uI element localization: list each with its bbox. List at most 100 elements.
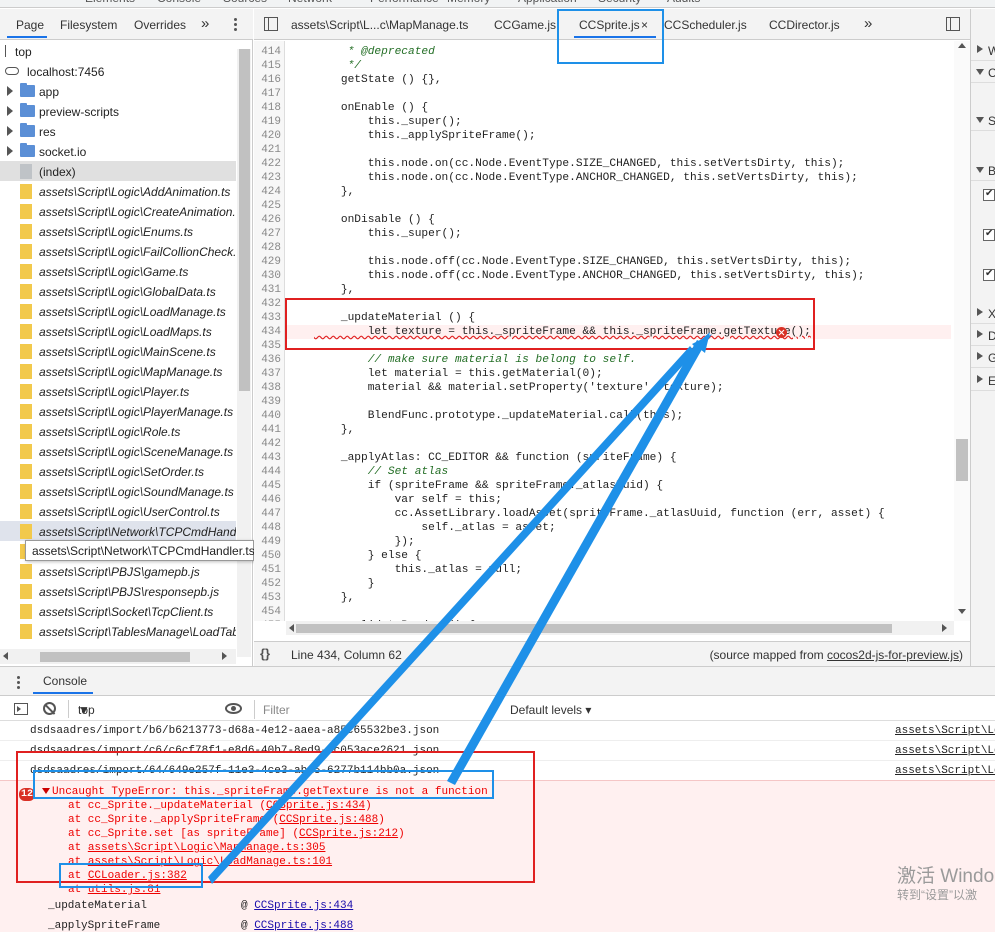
tree-item[interactable]: assets\Script\Logic\LoadMaps.ts xyxy=(0,321,236,341)
line-number[interactable]: 431 xyxy=(254,284,281,296)
line-number[interactable]: 416 xyxy=(254,74,281,86)
source-map-link[interactable]: cocos2d-js-for-preview.js xyxy=(827,648,959,662)
line-number[interactable]: 428 xyxy=(254,242,281,254)
tree-item[interactable]: localhost:7456 xyxy=(0,61,236,81)
panel-tab-audits[interactable]: Audits xyxy=(667,0,700,5)
tree-item[interactable]: assets\Script\Logic\Player.ts xyxy=(0,381,236,401)
line-number[interactable]: 433 xyxy=(254,312,281,324)
scroll-thumb[interactable] xyxy=(239,49,250,391)
line-number[interactable]: 418 xyxy=(254,102,281,114)
panel-tab-performance[interactable]: Performance xyxy=(370,0,439,5)
scroll-thumb[interactable] xyxy=(956,439,968,481)
line-number[interactable]: 440 xyxy=(254,410,281,422)
line-number[interactable]: 432 xyxy=(254,298,281,310)
tree-item[interactable]: assets\Script\Logic\MainScene.ts xyxy=(0,341,236,361)
tree-item[interactable]: assets\Script\Logic\CreateAnimation.ts xyxy=(0,201,236,221)
line-number[interactable]: 417 xyxy=(254,88,281,100)
panel-tab-sources[interactable]: Sources xyxy=(223,0,267,5)
line-number[interactable]: 420 xyxy=(254,130,281,142)
checkbox[interactable] xyxy=(983,188,995,201)
tree-item[interactable]: assets\Script\TablesManage\LoadTabl xyxy=(0,621,236,641)
line-number[interactable]: 441 xyxy=(254,424,281,436)
sidebar-section[interactable]: D xyxy=(971,324,995,346)
line-number[interactable]: 436 xyxy=(254,354,281,366)
more-tabs-button[interactable]: » xyxy=(864,15,872,32)
tree-item[interactable]: assets\Script\Logic\GlobalData.ts xyxy=(0,281,236,301)
toggle-debugger-icon[interactable] xyxy=(946,17,960,31)
call-frame-link[interactable]: CCSprite.js:434 xyxy=(254,900,353,912)
pretty-print-button[interactable]: {} xyxy=(260,646,270,661)
tree-item[interactable]: assets\Script\Logic\Game.ts xyxy=(0,261,236,281)
tree-item[interactable]: assets\Script\Logic\UserControl.ts xyxy=(0,501,236,521)
tree-item[interactable]: assets\Script\Logic\FailCollionCheck.ts xyxy=(0,241,236,261)
tree-item[interactable]: assets\Script\Logic\LoadManage.ts xyxy=(0,301,236,321)
message-source-link[interactable]: assets\Script\Lo xyxy=(895,765,995,777)
sidebar-section[interactable]: G xyxy=(971,346,995,368)
tree-item[interactable]: assets\Script\Logic\Role.ts xyxy=(0,421,236,441)
context-selector[interactable]: top ▼ xyxy=(68,700,208,718)
tree-item[interactable]: res xyxy=(0,121,236,141)
line-number[interactable]: 414 xyxy=(254,46,281,58)
sidebar-section[interactable]: X xyxy=(971,302,995,324)
line-number[interactable]: 447 xyxy=(254,508,281,520)
scroll-right-icon[interactable] xyxy=(222,652,227,660)
editor-vertical-scrollbar[interactable] xyxy=(954,41,970,621)
line-number[interactable]: 450 xyxy=(254,550,281,562)
line-number[interactable]: 427 xyxy=(254,228,281,240)
line-number[interactable]: 429 xyxy=(254,256,281,268)
line-number[interactable]: 446 xyxy=(254,494,281,506)
filter-input[interactable] xyxy=(254,700,494,719)
tree-item[interactable]: assets\Script\Network\TCPCmdHandle xyxy=(0,521,236,541)
line-number[interactable]: 424 xyxy=(254,186,281,198)
scroll-left-icon[interactable] xyxy=(3,652,8,660)
line-number[interactable]: 435 xyxy=(254,340,281,352)
line-number[interactable]: 426 xyxy=(254,214,281,226)
tab-page[interactable]: Page xyxy=(16,18,44,32)
tree-item[interactable]: assets\Script\Logic\AddAnimation.ts xyxy=(0,181,236,201)
more-tabs-button[interactable]: » xyxy=(201,15,209,32)
tree-item[interactable]: preview-scripts xyxy=(0,101,236,121)
line-number[interactable]: 448 xyxy=(254,522,281,534)
line-number[interactable]: 451 xyxy=(254,564,281,576)
tab-console[interactable]: Console xyxy=(43,674,87,688)
call-frame-link[interactable]: CCSprite.js:488 xyxy=(254,920,353,932)
tree-item[interactable]: assets\Script\Logic\SetOrder.ts xyxy=(0,461,236,481)
line-number[interactable]: 442 xyxy=(254,438,281,450)
line-number[interactable]: 430 xyxy=(254,270,281,282)
checkbox[interactable] xyxy=(983,228,995,241)
tree-item[interactable]: (index) xyxy=(0,161,236,181)
more-options-icon[interactable] xyxy=(234,18,238,32)
tree-item[interactable]: top xyxy=(0,41,236,61)
line-number[interactable]: 452 xyxy=(254,578,281,590)
expand-arrow-icon[interactable] xyxy=(7,126,13,136)
scroll-up-icon[interactable] xyxy=(958,43,966,48)
line-number[interactable]: 449 xyxy=(254,536,281,548)
line-number[interactable]: 422 xyxy=(254,158,281,170)
line-number[interactable]: 423 xyxy=(254,172,281,184)
line-number[interactable]: 454 xyxy=(254,606,281,618)
message-source-link[interactable]: assets\Script\Lo xyxy=(895,745,995,757)
line-number[interactable]: 453 xyxy=(254,592,281,604)
line-number[interactable]: 437 xyxy=(254,368,281,380)
tree-item[interactable]: app xyxy=(0,81,236,101)
line-number[interactable]: 444 xyxy=(254,466,281,478)
sidebar-section[interactable]: C xyxy=(971,61,995,83)
line-number[interactable]: 438 xyxy=(254,382,281,394)
panel-tab-security[interactable]: Security xyxy=(598,0,641,5)
navigator-vertical-scrollbar[interactable] xyxy=(237,49,251,657)
panel-tab-application[interactable]: Application xyxy=(518,0,577,5)
clear-console-icon[interactable] xyxy=(43,702,56,715)
panel-tab-memory[interactable]: Memory xyxy=(447,0,490,5)
checkbox[interactable] xyxy=(983,268,995,281)
expand-arrow-icon[interactable] xyxy=(7,106,13,116)
panel-tab-network[interactable]: Network xyxy=(288,0,332,5)
line-number[interactable]: 421 xyxy=(254,144,281,156)
log-levels-dropdown[interactable]: Default levels ▾ xyxy=(510,703,591,717)
tree-item[interactable]: assets\Script\Socket\TcpClient.ts xyxy=(0,601,236,621)
tab-mapmanage[interactable]: assets\Script\L...c\MapManage.ts xyxy=(291,18,468,32)
line-number[interactable]: 434 xyxy=(254,326,281,338)
scroll-thumb[interactable] xyxy=(296,624,892,633)
line-number[interactable]: 445 xyxy=(254,480,281,492)
tree-item[interactable]: socket.io xyxy=(0,141,236,161)
tree-item[interactable]: assets\Script\PBJS\gamepb.js xyxy=(0,561,236,581)
